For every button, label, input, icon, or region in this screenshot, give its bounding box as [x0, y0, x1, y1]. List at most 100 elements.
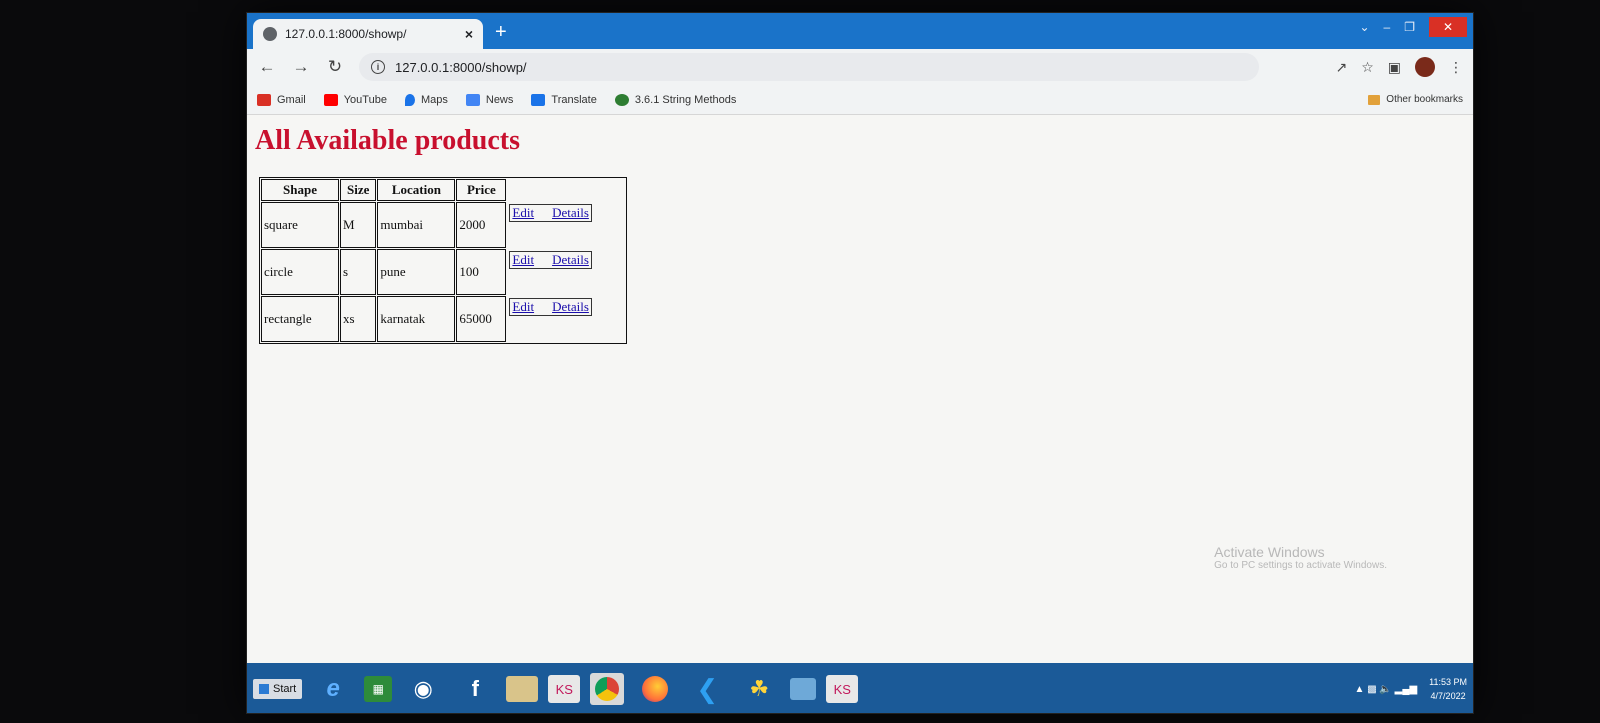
window-controls: ⌄ – ❐ ✕ [1359, 17, 1467, 37]
cell-size: xs [340, 296, 377, 342]
clock-time: 11:53 PM [1429, 677, 1467, 687]
firefox-icon[interactable] [634, 671, 676, 707]
bookmark-news[interactable]: News [465, 93, 514, 106]
cell-location: mumbai [377, 202, 456, 248]
table-row: square M mumbai 2000 Edit Details [261, 202, 625, 248]
new-tab-button[interactable]: + [495, 21, 507, 44]
cell-price: 100 [456, 249, 507, 295]
tray-icons[interactable]: ▲ ▩ 🔈 ▂▄▆ [1355, 684, 1418, 695]
cell-shape: circle [261, 249, 339, 295]
windows-taskbar: Start e ▦ ◉ f KS ❮ ☘ KS ▲ ▩ 🔈 ▂▄▆ 11:53 … [247, 663, 1473, 713]
table-header-row: Shape Size Location Price [261, 179, 625, 201]
bookmark-label: News [485, 93, 514, 106]
profile-avatar[interactable] [1415, 57, 1435, 77]
column-header: Size [340, 179, 377, 201]
start-button[interactable]: Start [253, 679, 303, 699]
clock-date: 4/7/2022 [1430, 691, 1466, 701]
actions-column-header [507, 179, 625, 201]
edit-link[interactable]: Edit [512, 205, 534, 221]
chevron-down-icon[interactable]: ⌄ [1359, 20, 1369, 34]
browser-tab[interactable]: 127.0.0.1:8000/showp/ × [253, 19, 483, 49]
cell-price: 65000 [456, 296, 507, 342]
share-icon[interactable]: ↗ [1335, 59, 1347, 76]
cell-shape: rectangle [261, 296, 339, 342]
cell-actions: Edit Details [507, 202, 625, 248]
row-actions: Edit Details [509, 298, 592, 316]
bookmarks-bar: Gmail YouTube Maps News Translate 3.6.1 … [247, 85, 1473, 115]
bookmark-label: YouTube [343, 93, 387, 106]
cell-price: 2000 [456, 202, 507, 248]
reload-button[interactable]: ↻ [325, 57, 345, 77]
cell-size: M [340, 202, 377, 248]
cell-size: s [340, 249, 377, 295]
forward-button[interactable]: → [291, 57, 311, 77]
star-icon[interactable]: ☆ [1361, 59, 1374, 76]
activate-windows-watermark: Activate Windows Go to PC settings to ac… [1214, 544, 1387, 571]
bookmark-label: Maps [420, 93, 448, 106]
edit-link[interactable]: Edit [512, 252, 534, 268]
restore-button[interactable]: ❐ [1404, 20, 1415, 34]
bookmark-gmail[interactable]: Gmail [257, 93, 306, 106]
monitor-screen: 127.0.0.1:8000/showp/ × + ⌄ – ❐ ✕ ← → ↻ … [246, 12, 1474, 714]
sidepanel-icon[interactable]: ▣ [1388, 59, 1401, 76]
file-explorer-icon[interactable] [506, 676, 539, 702]
table-row: circle s pune 100 Edit Details [261, 249, 625, 295]
tab-strip: 127.0.0.1:8000/showp/ × + ⌄ – ❐ ✕ [247, 13, 1473, 49]
cell-shape: square [261, 202, 339, 248]
other-bookmarks-label: Other bookmarks [1386, 94, 1463, 105]
column-header: Price [456, 179, 507, 201]
bookmark-label: Translate [551, 93, 597, 106]
edit-link[interactable]: Edit [512, 299, 534, 315]
column-header: Location [377, 179, 456, 201]
facebook-icon[interactable]: f [454, 671, 496, 707]
cell-location: karnatak [377, 296, 456, 342]
details-link[interactable]: Details [552, 205, 589, 221]
folder-icon [1368, 94, 1381, 105]
column-header: Shape [261, 179, 339, 201]
cell-actions: Edit Details [507, 296, 625, 342]
watermark-line-1: Activate Windows [1214, 544, 1325, 560]
cell-actions: Edit Details [507, 249, 625, 295]
chrome-icon[interactable] [590, 673, 625, 705]
minimize-button[interactable]: – [1384, 20, 1391, 34]
details-link[interactable]: Details [552, 299, 589, 315]
row-actions: Edit Details [509, 204, 592, 222]
windows-logo-icon [259, 684, 269, 694]
tab-close-button[interactable]: × [465, 26, 473, 42]
app-window-icon[interactable] [790, 678, 817, 700]
translate-icon [531, 93, 546, 106]
kotlin-app-icon[interactable]: KS [548, 675, 581, 703]
bookmark-label: 3.6.1 String Methods [634, 93, 737, 106]
app-circle-icon[interactable]: ◉ [402, 671, 444, 707]
bookmark-label: Gmail [277, 93, 306, 106]
ie-icon[interactable]: e [312, 671, 354, 707]
bookmark-maps[interactable]: Maps [404, 93, 448, 106]
tab-title: 127.0.0.1:8000/showp/ [285, 27, 407, 41]
info-icon[interactable]: i [371, 60, 385, 74]
bookmark-string-methods[interactable]: 3.6.1 String Methods [614, 93, 737, 106]
start-label: Start [273, 683, 297, 695]
back-button[interactable]: ← [257, 57, 277, 77]
products-table: Shape Size Location Price square M mumba… [259, 177, 628, 344]
kotlin-app-icon-2[interactable]: KS [826, 675, 859, 703]
store-icon[interactable]: ▦ [364, 676, 393, 702]
globe-icon [263, 27, 277, 41]
details-link[interactable]: Details [552, 252, 589, 268]
clock[interactable]: 11:53 PM 4/7/2022 [1429, 675, 1467, 703]
toolbar-actions: ↗ ☆ ▣ ⋮ [1335, 57, 1463, 77]
cell-location: pune [377, 249, 456, 295]
address-bar[interactable]: i 127.0.0.1:8000/showp/ [359, 53, 1259, 81]
python-icon[interactable]: ☘ [738, 671, 780, 707]
vscode-icon[interactable]: ❮ [686, 671, 728, 707]
turtle-icon [614, 93, 629, 106]
page-title: All Available products [255, 125, 521, 156]
other-bookmarks[interactable]: Other bookmarks [1368, 94, 1463, 105]
window-close-button[interactable]: ✕ [1429, 17, 1467, 37]
news-icon [465, 93, 480, 106]
youtube-icon [323, 93, 338, 106]
menu-icon[interactable]: ⋮ [1449, 59, 1463, 76]
watermark-line-2: Go to PC settings to activate Windows. [1214, 560, 1387, 571]
url-text: 127.0.0.1:8000/showp/ [395, 59, 527, 75]
bookmark-youtube[interactable]: YouTube [323, 93, 387, 106]
bookmark-translate[interactable]: Translate [531, 93, 597, 106]
